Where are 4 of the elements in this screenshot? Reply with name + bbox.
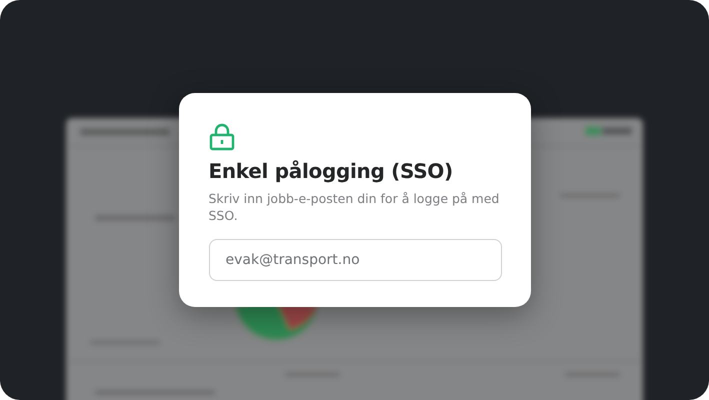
lock-icon [208, 123, 234, 151]
dialog-title: Enkel pålogging (SSO) [208, 159, 454, 183]
email-field[interactable]: evak@transport.no [208, 239, 502, 281]
dialog-description: Skriv inn jobb-e-posten din for å logge på med SSO. [208, 190, 500, 224]
